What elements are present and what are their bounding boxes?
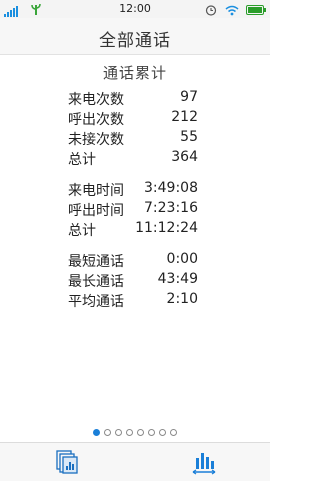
stat-value: 43:49 <box>157 271 198 287</box>
page-dot[interactable] <box>93 429 100 436</box>
stat-row-outgoing-time: 呼出时间 7:23:16 <box>68 200 198 220</box>
stat-value: 2:10 <box>166 291 198 307</box>
stat-label: 呼出次数 <box>68 112 124 128</box>
stat-value: 212 <box>171 109 198 125</box>
page-dot[interactable] <box>104 429 111 436</box>
bottom-tab-bar <box>0 442 270 481</box>
page-title: 全部通话 <box>99 31 171 51</box>
stat-row-outgoing-count: 呼出次数 212 <box>68 109 198 129</box>
page-dot[interactable] <box>137 429 144 436</box>
stat-value: 7:23:16 <box>144 200 198 216</box>
battery-icon <box>246 5 266 15</box>
title-bar: 全部通话 <box>0 18 270 55</box>
stat-value: 97 <box>180 89 198 105</box>
stat-row-missed-count: 未接次数 55 <box>68 129 198 149</box>
stat-label: 未接次数 <box>68 132 124 148</box>
stat-label: 总计 <box>68 152 96 168</box>
stat-row-average-call: 平均通话 2:10 <box>68 291 198 311</box>
stat-label: 平均通话 <box>68 294 124 310</box>
page-dot[interactable] <box>159 429 166 436</box>
section-title: 通话累计 <box>102 64 167 82</box>
stat-value: 0:00 <box>166 251 198 267</box>
stat-value: 55 <box>180 129 198 145</box>
stat-row-longest-call: 最长通话 43:49 <box>68 271 198 291</box>
stat-label: 呼出时间 <box>68 203 124 219</box>
stat-row-total-time: 总计 11:12:24 <box>68 220 198 240</box>
page-dot[interactable] <box>170 429 177 436</box>
page-indicator[interactable] <box>0 429 270 436</box>
stat-label: 最长通话 <box>68 274 124 290</box>
page-dot[interactable] <box>115 429 122 436</box>
wifi-icon <box>225 5 238 15</box>
statistics-bar-chart-icon[interactable] <box>191 449 217 475</box>
stat-label: 最短通话 <box>68 254 124 270</box>
stat-label: 来电时间 <box>68 183 124 199</box>
stat-row-incoming-count: 来电次数 97 <box>68 89 198 109</box>
stat-label: 来电次数 <box>68 92 124 108</box>
status-bar: 12:00 <box>0 0 270 18</box>
stat-value: 3:49:08 <box>144 180 198 196</box>
stat-value: 364 <box>171 149 198 165</box>
stat-label: 总计 <box>68 223 96 239</box>
stat-row-shortest-call: 最短通话 0:00 <box>68 251 198 271</box>
stat-value: 11:12:24 <box>135 220 198 236</box>
call-log-pages-icon[interactable] <box>54 449 80 475</box>
alarm-clock-icon <box>205 5 217 16</box>
stat-row-incoming-time: 来电时间 3:49:08 <box>68 180 198 200</box>
stat-row-total-count: 总计 364 <box>68 149 198 169</box>
page-dot[interactable] <box>126 429 133 436</box>
page-dot[interactable] <box>148 429 155 436</box>
